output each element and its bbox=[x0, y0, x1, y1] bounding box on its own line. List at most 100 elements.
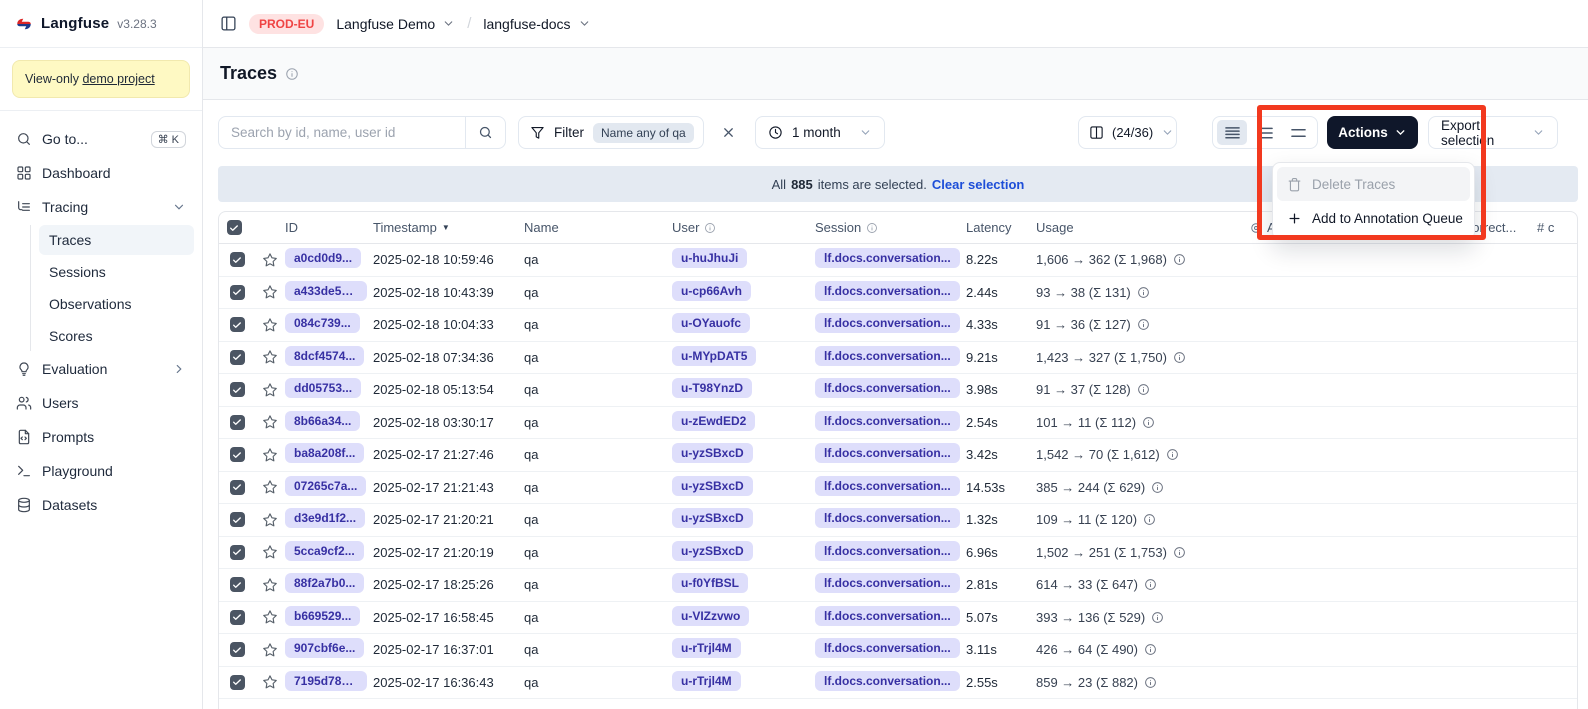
session-badge[interactable]: lf.docs.conversation... bbox=[815, 606, 960, 626]
trace-id-badge[interactable]: 8dcf4574... bbox=[285, 346, 364, 366]
sidebar-item-observations[interactable]: Observations bbox=[39, 289, 194, 319]
select-all-checkbox[interactable] bbox=[227, 220, 242, 235]
row-checkbox[interactable] bbox=[230, 675, 245, 690]
column-header-timestamp[interactable]: Timestamp▼ bbox=[373, 220, 524, 235]
time-range-selector[interactable]: 1 month bbox=[755, 116, 885, 149]
menu-item-delete-traces[interactable]: Delete Traces bbox=[1277, 167, 1470, 201]
column-header-name[interactable]: Name bbox=[524, 220, 672, 235]
session-badge[interactable]: lf.docs.conversation... bbox=[815, 346, 960, 366]
session-badge[interactable]: lf.docs.conversation... bbox=[815, 541, 960, 561]
column-header-session[interactable]: Session bbox=[815, 220, 966, 235]
sidebar-item-traces[interactable]: Traces bbox=[39, 225, 194, 255]
row-checkbox[interactable] bbox=[230, 252, 245, 267]
star-icon[interactable] bbox=[262, 609, 278, 625]
user-badge[interactable]: u-cp66Avh bbox=[672, 281, 751, 301]
project-selector[interactable]: langfuse-docs bbox=[483, 16, 590, 32]
column-header-id[interactable]: ID bbox=[285, 220, 373, 235]
trace-id-badge[interactable]: a433de51... bbox=[285, 281, 367, 301]
trace-id-badge[interactable]: 8b66a34... bbox=[285, 411, 360, 431]
clear-selection-link[interactable]: Clear selection bbox=[932, 177, 1025, 192]
session-badge[interactable]: lf.docs.conversation... bbox=[815, 248, 960, 268]
star-icon[interactable] bbox=[262, 414, 278, 430]
session-badge[interactable]: lf.docs.conversation... bbox=[815, 281, 960, 301]
sidebar-item-users[interactable]: Users bbox=[8, 387, 194, 419]
trace-id-badge[interactable]: b669529... bbox=[285, 606, 360, 626]
star-icon[interactable] bbox=[262, 577, 278, 593]
columns-selector[interactable]: (24/36) bbox=[1078, 116, 1177, 149]
trace-id-badge[interactable]: 084c739... bbox=[285, 313, 360, 333]
user-badge[interactable]: u-f0YfBSL bbox=[672, 573, 748, 593]
search-icon[interactable] bbox=[465, 117, 505, 148]
menu-item-add-to-annotation-queue[interactable]: Add to Annotation Queue bbox=[1277, 201, 1470, 235]
user-badge[interactable]: u-yzSBxcD bbox=[672, 508, 753, 528]
user-badge[interactable]: u-huJhuJi bbox=[672, 248, 747, 268]
session-badge[interactable]: lf.docs.conversation... bbox=[815, 638, 960, 658]
session-badge[interactable]: lf.docs.conversation... bbox=[815, 411, 960, 431]
row-checkbox[interactable] bbox=[230, 285, 245, 300]
star-icon[interactable] bbox=[262, 447, 278, 463]
user-badge[interactable]: u-T98YnzD bbox=[672, 378, 752, 398]
row-checkbox[interactable] bbox=[230, 382, 245, 397]
trace-id-badge[interactable]: ba8a208f... bbox=[285, 443, 364, 463]
row-height-medium-icon[interactable] bbox=[1250, 120, 1280, 145]
trace-id-badge[interactable]: 907cbf6e... bbox=[285, 638, 364, 658]
star-icon[interactable] bbox=[262, 284, 278, 300]
row-checkbox[interactable] bbox=[230, 610, 245, 625]
demo-project-link[interactable]: demo project bbox=[82, 72, 154, 86]
session-badge[interactable]: lf.docs.conversation... bbox=[815, 573, 960, 593]
session-badge[interactable]: lf.docs.conversation... bbox=[815, 443, 960, 463]
session-badge[interactable]: lf.docs.conversation... bbox=[815, 671, 960, 691]
star-icon[interactable] bbox=[262, 642, 278, 658]
session-badge[interactable]: lf.docs.conversation... bbox=[815, 378, 960, 398]
user-badge[interactable]: u-yzSBxcD bbox=[672, 541, 753, 561]
actions-button[interactable]: Actions bbox=[1327, 116, 1418, 149]
user-badge[interactable]: u-OYauofc bbox=[672, 313, 750, 333]
star-icon[interactable] bbox=[262, 349, 278, 365]
column-header-usage[interactable]: Usage bbox=[1036, 220, 1250, 235]
star-icon[interactable] bbox=[262, 252, 278, 268]
session-badge[interactable]: lf.docs.conversation... bbox=[815, 508, 960, 528]
row-height-small-icon[interactable] bbox=[1217, 120, 1247, 145]
info-icon[interactable] bbox=[285, 67, 299, 81]
sidebar-item-scores[interactable]: Scores bbox=[39, 321, 194, 351]
user-badge[interactable]: u-MYpDAT5 bbox=[672, 346, 756, 366]
column-header-extra-score[interactable]: # c bbox=[1537, 220, 1577, 235]
row-checkbox[interactable] bbox=[230, 642, 245, 657]
org-selector[interactable]: Langfuse Demo bbox=[336, 16, 455, 32]
trace-id-badge[interactable]: 88f2a7b0... bbox=[285, 573, 364, 593]
star-icon[interactable] bbox=[262, 512, 278, 528]
row-checkbox[interactable] bbox=[230, 545, 245, 560]
trace-id-badge[interactable]: 5cca9cf2... bbox=[285, 541, 364, 561]
search-input[interactable] bbox=[219, 125, 465, 140]
row-checkbox[interactable] bbox=[230, 480, 245, 495]
user-badge[interactable]: u-yzSBxcD bbox=[672, 443, 753, 463]
user-badge[interactable]: u-yzSBxcD bbox=[672, 476, 753, 496]
sidebar-item-datasets[interactable]: Datasets bbox=[8, 489, 194, 521]
sidebar-item-goto[interactable]: Go to... ⌘ K bbox=[8, 123, 194, 155]
sidebar-item-sessions[interactable]: Sessions bbox=[39, 257, 194, 287]
trace-id-badge[interactable]: a0cd0d9... bbox=[285, 248, 361, 268]
star-icon[interactable] bbox=[262, 544, 278, 560]
row-checkbox[interactable] bbox=[230, 577, 245, 592]
column-header-latency[interactable]: Latency bbox=[966, 220, 1036, 235]
user-badge[interactable]: u-rTrjl4M bbox=[672, 638, 741, 658]
sidebar-item-dashboard[interactable]: Dashboard bbox=[8, 157, 194, 189]
sidebar-toggle-icon[interactable] bbox=[220, 15, 237, 32]
user-badge[interactable]: u-VIZzvwo bbox=[672, 606, 749, 626]
star-icon[interactable] bbox=[262, 382, 278, 398]
column-header-user[interactable]: User bbox=[672, 220, 815, 235]
session-badge[interactable]: lf.docs.conversation... bbox=[815, 476, 960, 496]
row-checkbox[interactable] bbox=[230, 447, 245, 462]
export-selection-button[interactable]: Export selection bbox=[1428, 116, 1558, 149]
trace-id-badge[interactable]: 07265c7a... bbox=[285, 476, 366, 496]
trace-id-badge[interactable]: d3e9d1f2... bbox=[285, 508, 365, 528]
row-checkbox[interactable] bbox=[230, 317, 245, 332]
row-height-large-icon[interactable] bbox=[1283, 120, 1313, 145]
star-icon[interactable] bbox=[262, 674, 278, 690]
user-badge[interactable]: u-rTrjl4M bbox=[672, 671, 741, 691]
sidebar-item-evaluation[interactable]: Evaluation bbox=[8, 353, 194, 385]
clear-filter-icon[interactable] bbox=[716, 116, 740, 149]
sidebar-item-playground[interactable]: Playground bbox=[8, 455, 194, 487]
trace-id-badge[interactable]: dd05753... bbox=[285, 378, 361, 398]
row-checkbox[interactable] bbox=[230, 415, 245, 430]
